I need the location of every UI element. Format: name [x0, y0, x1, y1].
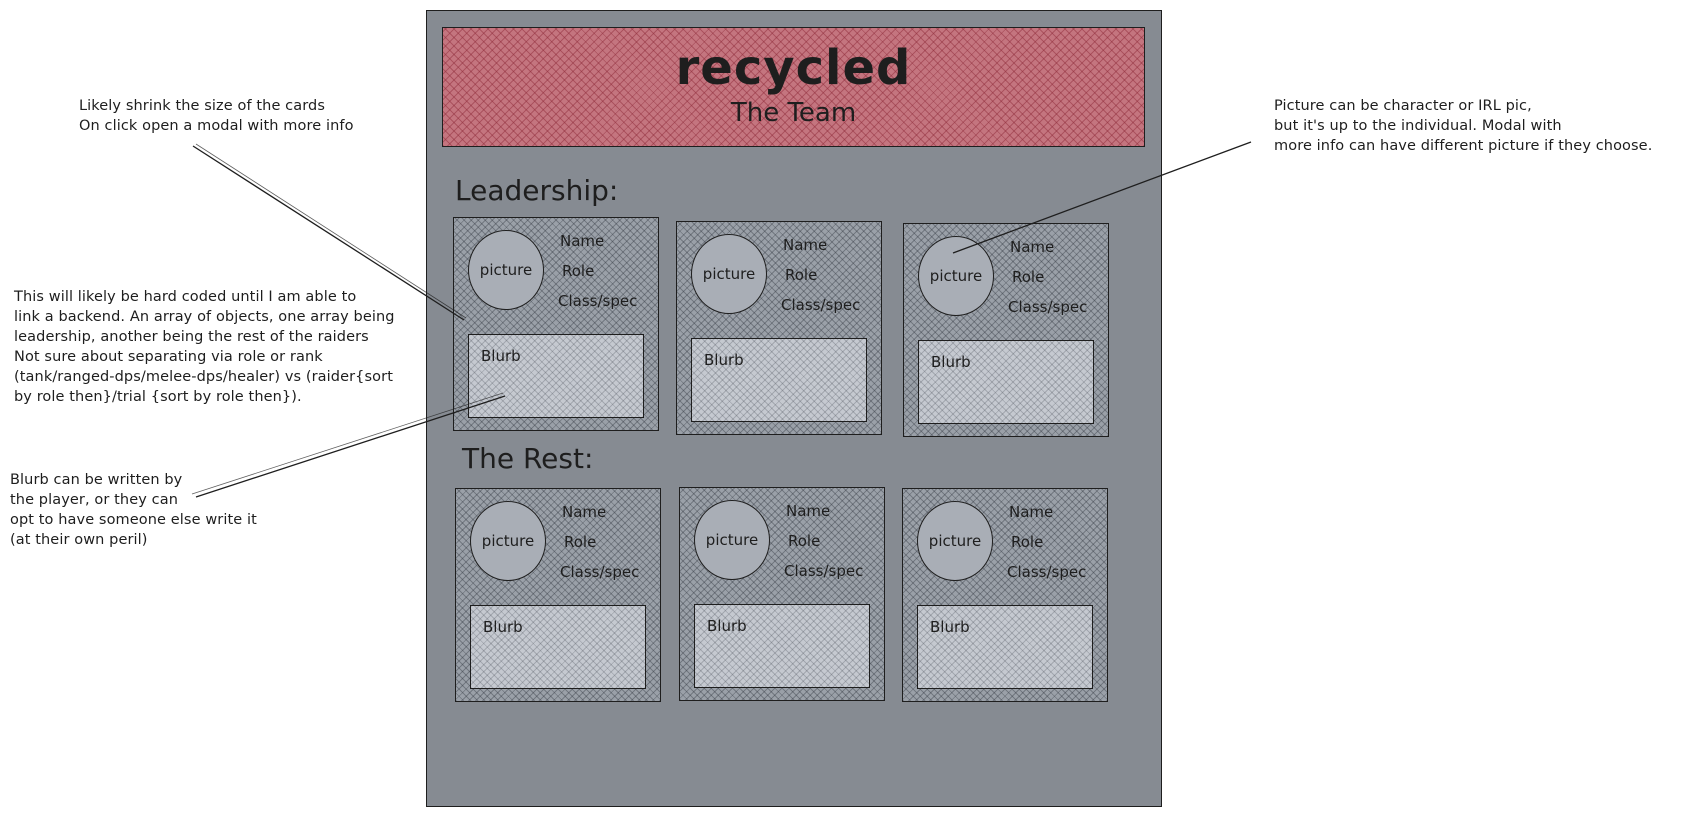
member-class-spec: Class/spec: [784, 562, 864, 580]
member-class-spec: Class/spec: [1007, 563, 1087, 581]
member-picture: picture: [691, 234, 767, 314]
team-header: recycled The Team: [442, 27, 1145, 147]
member-class-spec: Class/spec: [781, 296, 861, 314]
member-role: Role: [1011, 533, 1044, 551]
member-role: Role: [562, 262, 595, 280]
leadership-card[interactable]: picture Name Role Class/spec Blurb: [676, 221, 882, 435]
member-blurb: Blurb: [468, 334, 644, 418]
member-class-spec: Class/spec: [1008, 298, 1088, 316]
leadership-card[interactable]: picture Name Role Class/spec Blurb: [903, 223, 1109, 437]
member-picture: picture: [917, 501, 993, 581]
member-role: Role: [564, 533, 597, 551]
leadership-card[interactable]: picture Name Role Class/spec Blurb: [453, 217, 659, 431]
member-role: Role: [785, 266, 818, 284]
member-name: Name: [1009, 503, 1054, 521]
picture-note: Picture can be character or IRL pic, but…: [1274, 98, 1653, 154]
member-blurb: Blurb: [694, 604, 870, 688]
member-name: Name: [560, 232, 605, 250]
member-name: Name: [562, 503, 607, 521]
cards-note: Likely shrink the size of the cards On c…: [79, 98, 354, 134]
member-blurb: Blurb: [917, 605, 1093, 689]
member-role: Role: [1012, 268, 1045, 286]
member-name: Name: [786, 502, 831, 520]
section-leadership: Leadership:: [455, 174, 619, 207]
section-rest: The Rest:: [462, 442, 594, 475]
member-picture: picture: [918, 236, 994, 316]
member-class-spec: Class/spec: [560, 563, 640, 581]
member-picture: picture: [470, 501, 546, 581]
member-class-spec: Class/spec: [558, 292, 638, 310]
blurb-note: Blurb can be written by the player, or t…: [10, 472, 257, 548]
member-role: Role: [788, 532, 821, 550]
member-name: Name: [1010, 238, 1055, 256]
rest-card[interactable]: picture Name Role Class/spec Blurb: [679, 487, 885, 701]
member-blurb: Blurb: [918, 340, 1094, 424]
member-name: Name: [783, 236, 828, 254]
member-picture: picture: [468, 230, 544, 310]
data-note: This will likely be hard coded until I a…: [14, 289, 395, 405]
member-picture: picture: [694, 500, 770, 580]
member-blurb: Blurb: [470, 605, 646, 689]
rest-card[interactable]: picture Name Role Class/spec Blurb: [902, 488, 1108, 702]
member-blurb: Blurb: [691, 338, 867, 422]
rest-card[interactable]: picture Name Role Class/spec Blurb: [455, 488, 661, 702]
page-subtitle: The Team: [730, 98, 857, 128]
page-title: recycled: [675, 40, 912, 96]
